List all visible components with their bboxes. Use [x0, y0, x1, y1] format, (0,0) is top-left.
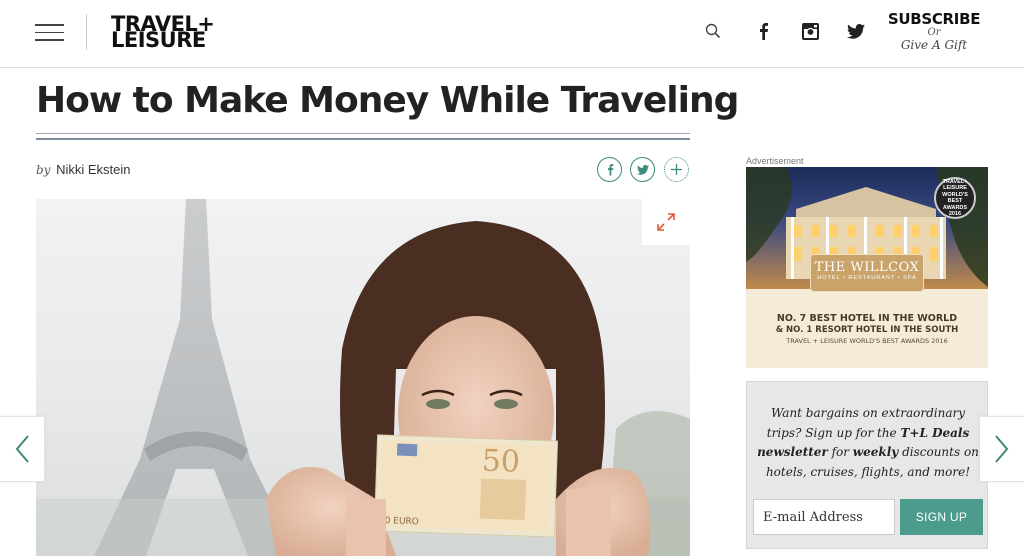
ad-headline: NO. 7 BEST HOTEL IN THE WORLD	[776, 313, 958, 324]
newsletter-text-part: for	[827, 445, 853, 459]
hero-photo: 50 0 EURO	[36, 199, 690, 556]
newsletter-frequency: weekly	[852, 445, 899, 459]
svg-text:0 EURO: 0 EURO	[384, 516, 419, 527]
facebook-share-icon[interactable]	[597, 157, 622, 182]
twitter-share-icon[interactable]	[630, 157, 655, 182]
title-rule-thin	[36, 133, 690, 134]
hotel-logo: THE WILLCOX HOTEL • RESTAURANT • SPA	[810, 254, 924, 292]
advertisement-label: Advertisement	[746, 156, 804, 166]
site-header: TRAVEL+ LEISURE SUBSCRIBE Or Give A Gift	[0, 0, 1024, 68]
subscribe-block: SUBSCRIBE Or Give A Gift	[880, 10, 988, 52]
hotel-subtitle: HOTEL • RESTAURANT • SPA	[817, 275, 917, 281]
sign-up-button[interactable]: SIGN UP	[900, 499, 983, 535]
more-share-icon[interactable]	[664, 157, 689, 182]
title-rule-thick	[36, 138, 690, 140]
header-divider	[86, 14, 87, 50]
newsletter-text: Want bargains on extraordinary trips? Si…	[755, 404, 981, 482]
expand-icon[interactable]	[642, 199, 690, 245]
email-field[interactable]	[753, 499, 895, 535]
svg-text:50: 50	[481, 444, 520, 480]
advertisement-banner[interactable]: TRAVEL+ LEISURE WORLD'S BEST AWARDS 2016…	[746, 167, 988, 368]
subscribe-link[interactable]: SUBSCRIBE	[880, 10, 988, 28]
search-icon[interactable]	[702, 20, 724, 42]
chevron-right-icon	[995, 435, 1009, 463]
article-title: How to Make Money While Traveling	[36, 80, 739, 121]
by-label: by	[36, 163, 51, 177]
ad-subheadline: & NO. 1 RESORT HOTEL IN THE SOUTH	[775, 325, 959, 335]
previous-arrow-button[interactable]	[0, 416, 45, 482]
site-logo[interactable]: TRAVEL+ LEISURE	[111, 14, 215, 52]
menu-icon[interactable]	[35, 24, 64, 42]
ad-text-panel: NO. 7 BEST HOTEL IN THE WORLD & NO. 1 RE…	[746, 289, 988, 368]
ad-footnote: TRAVEL + LEISURE WORLD'S BEST AWARDS 201…	[786, 337, 948, 345]
give-gift-link[interactable]: Give A Gift	[880, 38, 988, 52]
next-arrow-button[interactable]	[979, 416, 1024, 482]
author-link[interactable]: Nikki Ekstein	[56, 162, 130, 177]
chevron-left-icon	[15, 435, 29, 463]
hotel-name: THE WILLCOX	[814, 260, 920, 275]
newsletter-signup: Want bargains on extraordinary trips? Si…	[746, 381, 988, 549]
badge-line: 2016	[948, 211, 962, 217]
or-label: Or	[927, 27, 941, 38]
awards-badge: TRAVEL+ LEISURE WORLD'S BEST AWARDS 2016	[934, 177, 976, 219]
hero-image[interactable]: 50 0 EURO	[36, 199, 690, 556]
byline: by Nikki Ekstein	[36, 162, 131, 177]
facebook-icon[interactable]	[752, 20, 774, 42]
twitter-icon[interactable]	[845, 20, 867, 42]
instagram-icon[interactable]	[799, 20, 821, 42]
logo-line-2: LEISURE	[111, 28, 206, 52]
